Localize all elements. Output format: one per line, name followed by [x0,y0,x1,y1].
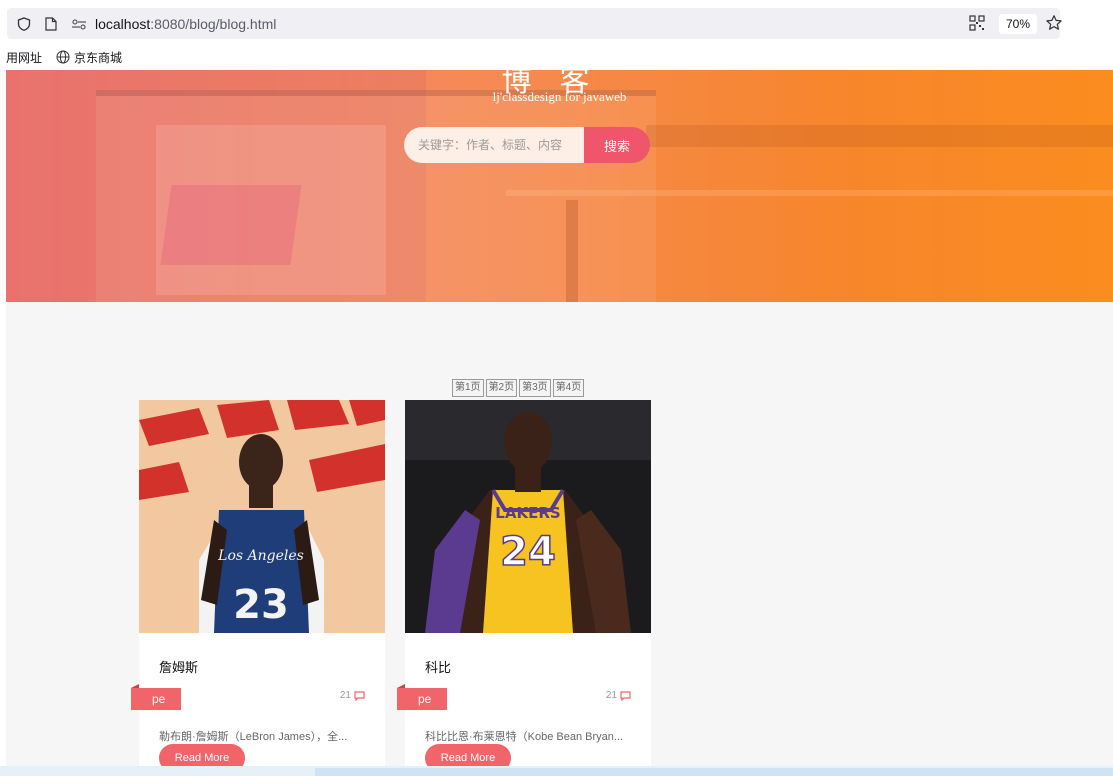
search-input[interactable] [404,127,586,163]
post-excerpt: 勒布朗·詹姆斯（LeBron James），全... [159,731,348,743]
hero-banner: 博客 lj'classdesign for javaweb 搜索 [6,70,1113,302]
search-button[interactable]: 搜索 [584,127,650,163]
pagination: 第1页 第2页 第3页 第4页 [452,379,585,397]
jersey-text: LAKERS [495,504,560,522]
post-card: 24 LAKERS 科比 pe 21 科比比恩·布莱恩特（Kobe Bean B… [397,400,651,776]
url-text[interactable]: localhost:8080/blog/blog.html [95,16,276,32]
bookmarks-toolbar: 用网址 京东商城 [0,45,1113,69]
bookmark-item[interactable]: 用网址 [6,49,42,66]
comment-icon [620,690,631,701]
shield-icon[interactable] [17,16,31,31]
page-icon [45,16,57,31]
address-bar[interactable]: localhost:8080/blog/blog.html 70% [7,8,1063,39]
page-link-4[interactable]: 第4页 [552,379,585,397]
post-category-tag[interactable]: pe [397,684,447,710]
qr-code-icon[interactable] [969,15,985,31]
bookmark-item-jd[interactable]: 京东商城 [56,49,122,66]
search-form: 搜索 [404,127,650,163]
bookmark-label: 京东商城 [74,50,123,65]
post-title[interactable]: 科比 [425,657,451,676]
post-category-tag[interactable]: pe [131,684,181,710]
post-excerpt: 科比比恩·布莱恩特（Kobe Bean Bryan... [425,731,624,743]
jersey-number: 23 [233,582,289,628]
post-image[interactable]: 23 Los Angeles [139,400,385,633]
url-path: :8080/blog/blog.html [150,15,277,32]
hero-background-edge [506,190,1113,196]
jersey-number: 24 [500,529,556,575]
hero-background-thumbnail [160,185,302,265]
comment-count: 21 [340,690,365,701]
comment-count-value: 21 [605,690,617,701]
page-link-2[interactable]: 第2页 [485,379,518,397]
hero-background-shelf [646,125,1113,147]
page-viewport: 博客 lj'classdesign for javaweb 搜索 第1页 第2页… [6,70,1113,776]
hero-background-leg [566,200,578,302]
page-link-1[interactable]: 第1页 [452,379,484,397]
post-title[interactable]: 詹姆斯 [159,657,198,676]
hero-subtitle: lj'classdesign for javaweb [492,89,627,104]
jersey-text: Los Angeles [217,548,304,564]
bookmark-star-icon[interactable] [1045,14,1063,32]
post-image[interactable]: 24 LAKERS [405,400,651,633]
comment-count-value: 21 [339,690,351,701]
bottom-selection-strip [0,766,1113,776]
comment-icon [354,690,365,701]
globe-icon [56,50,70,64]
page-link-3[interactable]: 第3页 [519,379,551,397]
zoom-level[interactable]: 70% [999,14,1038,34]
permissions-icon[interactable] [71,18,87,30]
post-card: 23 Los Angeles 詹姆斯 pe 21 勒布朗·詹姆斯（LeBron … [131,400,385,776]
comment-count: 21 [606,690,631,701]
selection-highlight [315,768,1113,776]
url-host: localhost [95,15,151,32]
